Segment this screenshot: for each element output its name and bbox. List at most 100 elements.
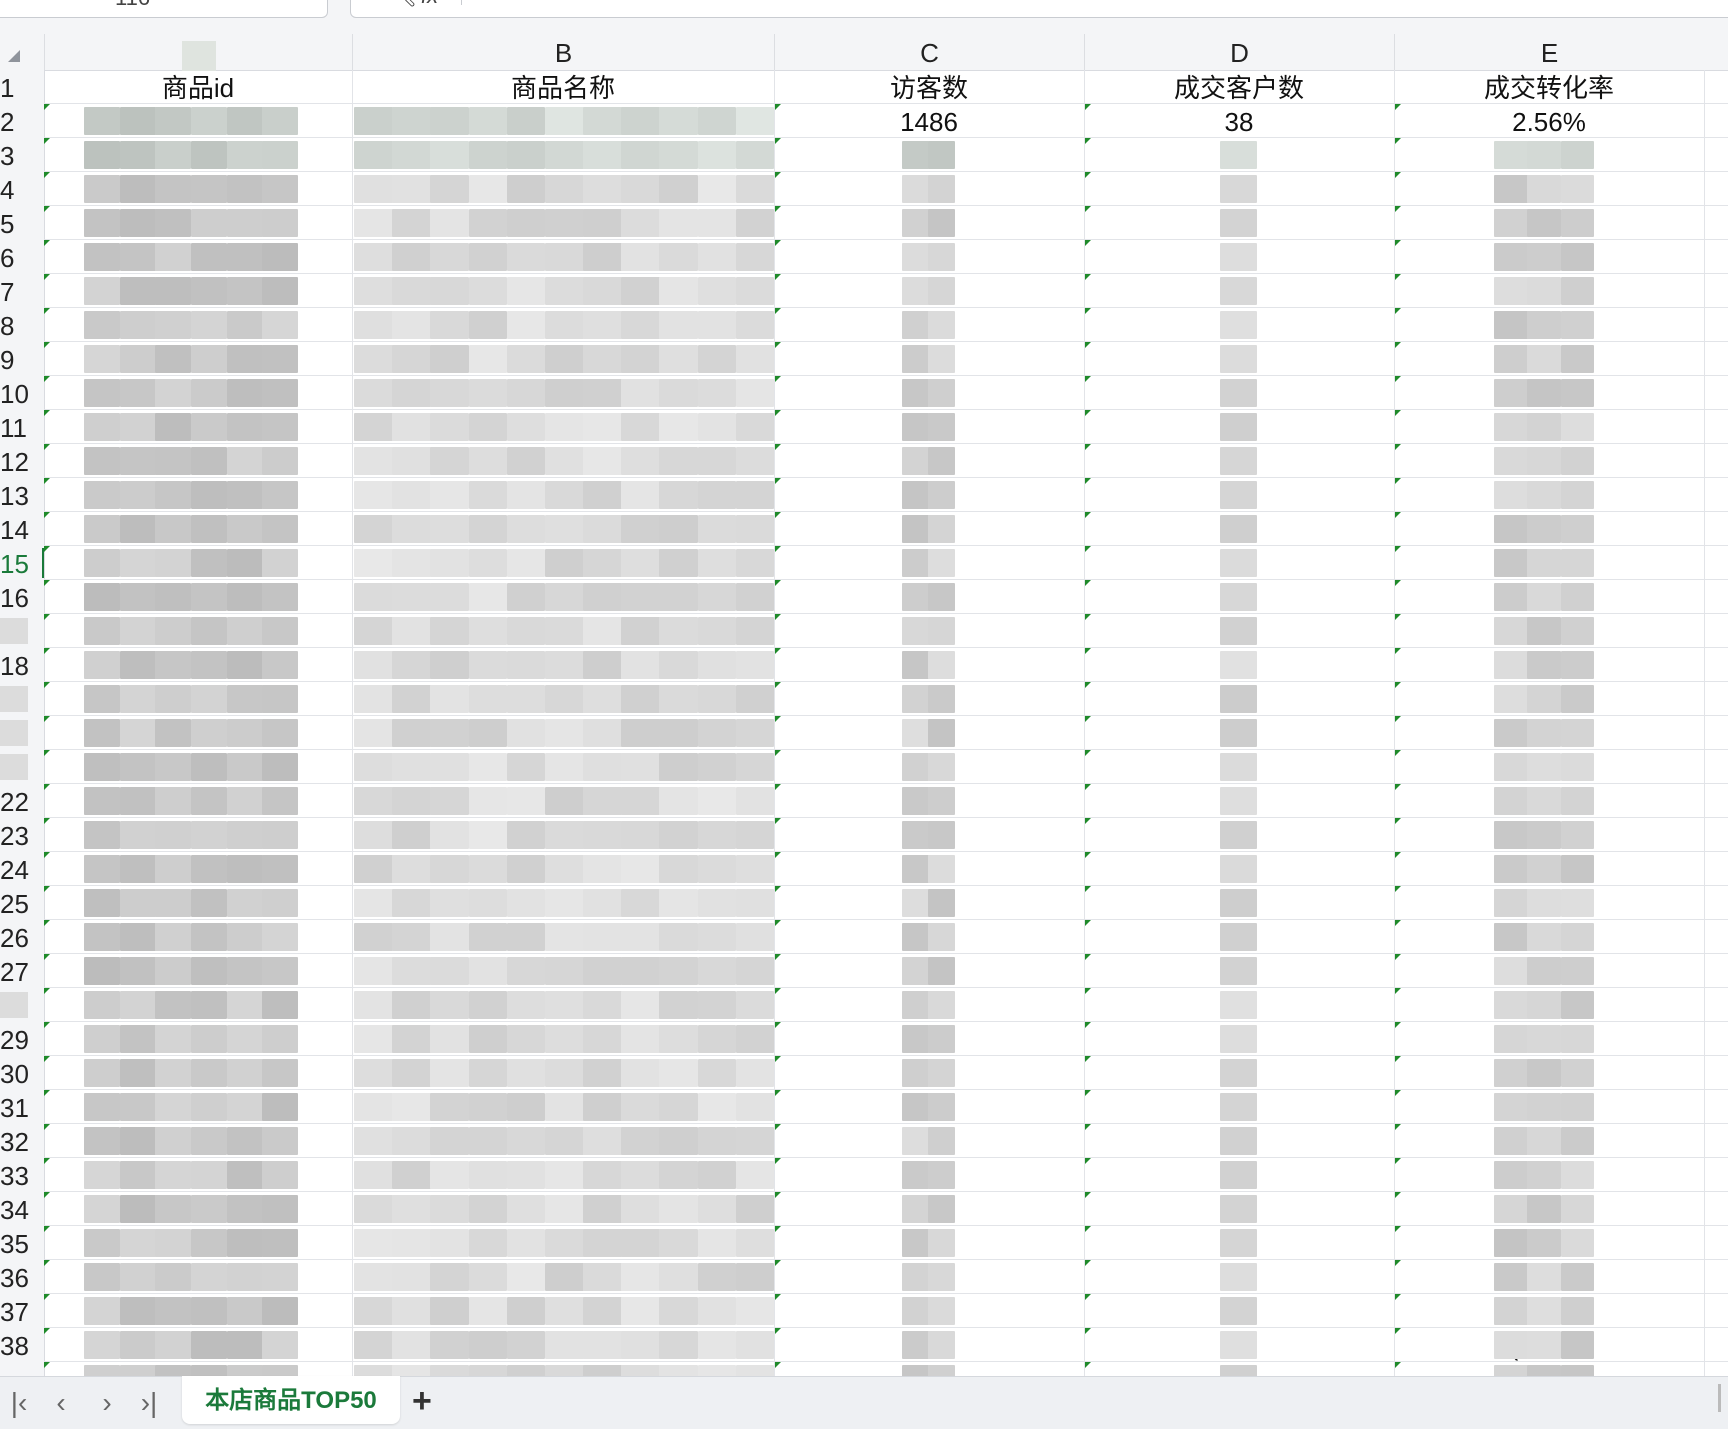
row-header[interactable] bbox=[0, 614, 44, 648]
row-gridline bbox=[44, 817, 1728, 818]
select-all-corner[interactable] bbox=[0, 34, 44, 70]
row-header[interactable]: 30 bbox=[0, 1056, 44, 1090]
cell-e2[interactable]: 2.56% bbox=[1394, 104, 1704, 138]
row-header[interactable] bbox=[0, 1362, 44, 1376]
search-icon[interactable]: 🔍︎ bbox=[389, 0, 417, 9]
cell-c2[interactable]: 1486 bbox=[774, 104, 1084, 138]
formula-input[interactable]: 🔍︎ fx bbox=[350, 0, 1728, 18]
row-header[interactable]: 12 bbox=[0, 444, 44, 478]
masked-cell-block bbox=[659, 821, 699, 849]
error-indicator-triangle bbox=[1085, 172, 1091, 178]
row-header[interactable]: 25 bbox=[0, 886, 44, 920]
row-header[interactable]: 14 bbox=[0, 512, 44, 546]
masked-cell-block bbox=[1220, 1263, 1257, 1291]
sheet-tab-top50[interactable]: 本店商品TOP50 bbox=[182, 1376, 400, 1424]
first-sheet-icon[interactable]: |‹ bbox=[4, 1388, 34, 1418]
row-header[interactable]: 8 bbox=[0, 308, 44, 342]
cell-a1[interactable]: 商品id bbox=[44, 70, 352, 104]
row-header[interactable]: 1 bbox=[0, 70, 44, 104]
row-header[interactable]: 36 bbox=[0, 1260, 44, 1294]
column-header-b[interactable]: B bbox=[352, 34, 774, 70]
row-header[interactable]: 15 bbox=[0, 546, 44, 580]
cell-d1[interactable]: 成交客户数 bbox=[1084, 70, 1394, 104]
column-header-e[interactable]: E bbox=[1394, 34, 1704, 70]
row-header[interactable]: 35 bbox=[0, 1226, 44, 1260]
cell-d2[interactable]: 38 bbox=[1084, 104, 1394, 138]
masked-cell-block bbox=[1220, 651, 1257, 679]
masked-cell-block bbox=[468, 515, 508, 543]
masked-cell-block bbox=[902, 1229, 929, 1257]
row-header[interactable]: 3 bbox=[0, 138, 44, 172]
masked-cell-block bbox=[354, 209, 393, 237]
add-sheet-button[interactable]: + bbox=[412, 1384, 432, 1418]
row-header[interactable]: 16 bbox=[0, 580, 44, 614]
row-header[interactable] bbox=[0, 988, 44, 1022]
horizontal-scrollbar[interactable] bbox=[1718, 1384, 1721, 1412]
masked-cell-block bbox=[506, 1331, 546, 1359]
masked-cell-block bbox=[735, 1263, 775, 1291]
masked-cell-block bbox=[902, 1297, 929, 1325]
fx-icon[interactable]: fx bbox=[421, 0, 438, 9]
row-header[interactable]: 26 bbox=[0, 920, 44, 954]
masked-cell-block bbox=[1494, 1229, 1528, 1257]
row-header[interactable]: 6 bbox=[0, 240, 44, 274]
prev-sheet-icon[interactable]: ‹ bbox=[46, 1388, 76, 1418]
masked-cell-block bbox=[621, 1263, 660, 1291]
row-header[interactable]: 38 bbox=[0, 1328, 44, 1362]
error-indicator-triangle bbox=[1085, 546, 1091, 552]
row-header[interactable]: 11 bbox=[0, 410, 44, 444]
column-header-a[interactable] bbox=[44, 34, 352, 72]
last-sheet-icon[interactable]: ›| bbox=[134, 1388, 164, 1418]
row-header[interactable]: 10 bbox=[0, 376, 44, 410]
row-header[interactable] bbox=[0, 750, 44, 784]
masked-cell-block bbox=[155, 141, 192, 169]
masked-cell-block bbox=[621, 379, 660, 407]
column-header-c[interactable]: C bbox=[774, 34, 1084, 70]
cell-c1[interactable]: 访客数 bbox=[774, 70, 1084, 104]
masked-cell-block bbox=[1494, 957, 1528, 985]
row-header[interactable]: 37 bbox=[0, 1294, 44, 1328]
error-indicator-triangle bbox=[44, 410, 50, 416]
masked-cell-block bbox=[392, 515, 431, 543]
next-sheet-icon[interactable]: › bbox=[92, 1388, 122, 1418]
row-header[interactable]: 31 bbox=[0, 1090, 44, 1124]
row-header[interactable]: 24 bbox=[0, 852, 44, 886]
cell-grid[interactable]: 商品id 商品名称 访客数 成交客户数 成交转化率 1486 38 2.56% … bbox=[44, 70, 1728, 1376]
masked-cell-block bbox=[1527, 515, 1562, 543]
error-indicator-triangle bbox=[775, 274, 781, 280]
error-indicator-triangle bbox=[1085, 954, 1091, 960]
error-indicator-triangle bbox=[44, 1260, 50, 1266]
cell-b1[interactable]: 商品名称 bbox=[352, 70, 774, 104]
row-header[interactable]: 29 bbox=[0, 1022, 44, 1056]
name-box[interactable]: 116 bbox=[0, 0, 328, 18]
masked-cell-block bbox=[697, 1365, 737, 1376]
masked-cell-block bbox=[1527, 651, 1562, 679]
row-header[interactable]: 33 bbox=[0, 1158, 44, 1192]
row-header[interactable] bbox=[0, 716, 44, 750]
row-header[interactable]: 23 bbox=[0, 818, 44, 852]
error-indicator-triangle bbox=[775, 886, 781, 892]
masked-cell-block bbox=[354, 889, 393, 917]
row-header[interactable]: 18 bbox=[0, 648, 44, 682]
row-header[interactable]: 5 bbox=[0, 206, 44, 240]
row-header[interactable]: 2 bbox=[0, 104, 44, 138]
masked-cell-block bbox=[1220, 1093, 1257, 1121]
masked-cell-block bbox=[1494, 141, 1528, 169]
masked-cell-block bbox=[697, 481, 737, 509]
row-header[interactable]: 22 bbox=[0, 784, 44, 818]
row-header[interactable]: 13 bbox=[0, 478, 44, 512]
row-header[interactable]: 4 bbox=[0, 172, 44, 206]
row-header[interactable]: 34 bbox=[0, 1192, 44, 1226]
row-header[interactable]: 32 bbox=[0, 1124, 44, 1158]
column-header-d[interactable]: D bbox=[1084, 34, 1394, 70]
row-header[interactable] bbox=[0, 682, 44, 716]
masked-cell-block bbox=[583, 107, 622, 135]
error-indicator-triangle bbox=[1395, 682, 1401, 688]
masked-cell-block bbox=[226, 583, 263, 611]
masked-cell-block bbox=[226, 515, 263, 543]
row-header[interactable]: 9 bbox=[0, 342, 44, 376]
cell-e1[interactable]: 成交转化率 bbox=[1394, 70, 1704, 104]
row-header[interactable]: 27 bbox=[0, 954, 44, 988]
error-indicator-triangle bbox=[44, 1362, 50, 1368]
row-header[interactable]: 7 bbox=[0, 274, 44, 308]
